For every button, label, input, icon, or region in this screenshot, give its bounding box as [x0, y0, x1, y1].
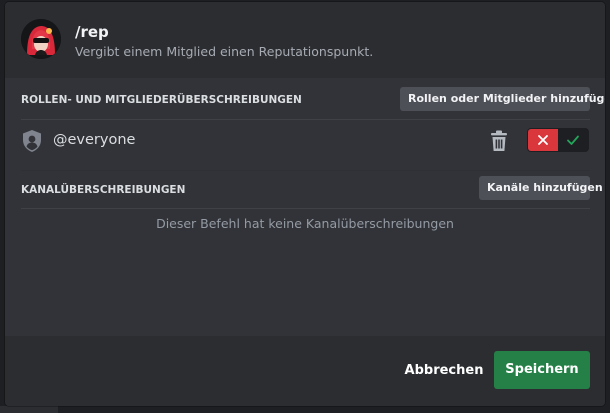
trash-icon[interactable] — [488, 129, 510, 153]
allow-button[interactable] — [558, 129, 588, 151]
row-divider — [21, 170, 590, 171]
save-button[interactable]: Speichern — [494, 351, 590, 389]
modal-header: /rep Vergibt einem Mitglied einen Reputa… — [5, 2, 605, 78]
cancel-button[interactable]: Abbrechen — [403, 352, 485, 390]
bot-avatar — [21, 19, 61, 59]
channels-section-label: KANALÜBERSCHREIBUNGEN — [21, 184, 186, 196]
role-name: @everyone — [53, 132, 136, 148]
command-name: /rep — [75, 23, 109, 41]
roles-divider — [21, 119, 590, 120]
roles-section-label: ROLLEN- UND MITGLIEDERÜBERSCHREIBUNGEN — [21, 94, 302, 106]
channels-divider — [21, 208, 590, 209]
command-permissions-modal: /rep Vergibt einem Mitglied einen Reputa… — [5, 2, 605, 406]
add-roles-or-members-button[interactable]: Rollen oder Mitglieder hinzufügen — [400, 87, 605, 111]
avatar-image — [21, 19, 61, 59]
modal-body: ROLLEN- UND MITGLIEDERÜBERSCHREIBUNGEN R… — [5, 78, 605, 336]
shield-user-icon — [21, 129, 43, 153]
empty-channels-message: Dieser Befehl hat keine Kanalüberschreib… — [156, 216, 454, 231]
deny-button[interactable] — [528, 129, 558, 151]
permission-toggle — [527, 128, 589, 152]
role-override-row: @everyone — [21, 123, 589, 159]
background-strip — [0, 406, 58, 413]
add-channels-button[interactable]: Kanäle hinzufügen — [479, 176, 603, 200]
modal-footer: Abbrechen Speichern — [5, 336, 605, 406]
check-icon — [567, 135, 579, 145]
x-icon — [538, 135, 548, 145]
command-description: Vergibt einem Mitglied einen Reputations… — [75, 44, 374, 59]
